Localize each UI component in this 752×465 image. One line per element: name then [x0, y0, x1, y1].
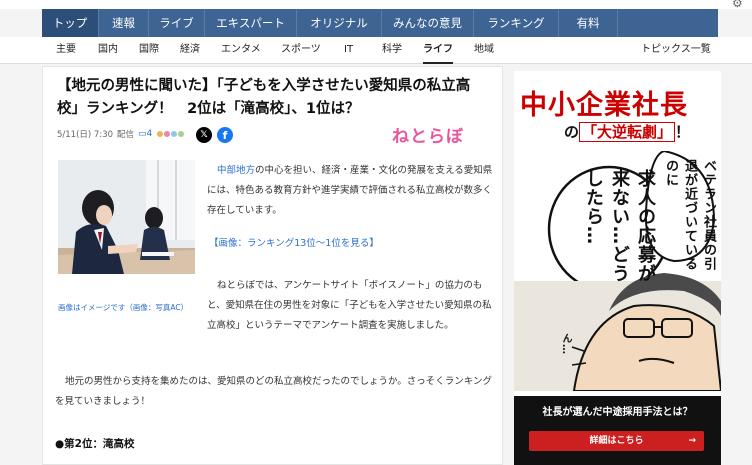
section-heading-rank-2: ●第2位：滝高校 [55, 438, 135, 450]
category-it[interactable]: IT [344, 37, 353, 64]
view-ranking-images-link[interactable]: 【画像：ランキング13位～1位を見る】 [209, 235, 379, 249]
paragraph-survey: ねとらぼでは、アンケートサイト「ボイスノート」の協力のもと、愛知県在住の男性を対… [207, 280, 492, 331]
arrow-right-icon: → [688, 436, 696, 446]
ad-subheadline-post: ！ [675, 123, 691, 141]
main-nav: トップ 速報 ライブ エキスパート オリジナル みんなの意見 ランキング 有料 [42, 9, 718, 37]
ad-illustration: 中小企業社長 の「大逆転劇」！ ベテラン社員の引退が近づいているのに 求人の応募… [514, 71, 721, 396]
category-sports[interactable]: スポーツ [281, 37, 321, 64]
advertisement[interactable]: 中小企業社長 の「大逆転劇」！ ベテラン社員の引退が近づいているのに 求人の応募… [514, 71, 721, 465]
category-international[interactable]: 国際 [139, 37, 159, 64]
tab-live[interactable]: ライブ [149, 9, 205, 37]
category-economy[interactable]: 経済 [180, 37, 200, 64]
category-science[interactable]: 科学 [382, 37, 402, 64]
ad-subheadline-pre: の [564, 123, 580, 141]
tab-expert[interactable]: エキスパート [205, 9, 297, 37]
category-regional[interactable]: 地域 [474, 37, 494, 64]
category-main[interactable]: 主要 [56, 37, 76, 64]
truncated-text-line [55, 460, 485, 464]
tab-original[interactable]: オリジナル [297, 9, 382, 37]
ad-subheadline-box: 「大逆転劇」 [579, 122, 676, 142]
publish-date: 5/11(日) 7:30 [57, 130, 114, 140]
tab-paid[interactable]: 有料 [559, 9, 618, 37]
share-facebook-icon[interactable]: f [217, 127, 233, 143]
tab-top[interactable]: トップ [42, 9, 99, 37]
top-strip: ⚙ [0, 0, 752, 10]
category-domestic[interactable]: 国内 [98, 37, 118, 64]
ad-bubble-no-applicants: 求人の応募が来ない…どうしたら… [583, 169, 656, 283]
reaction-face-icon [177, 130, 186, 138]
ad-headline: 中小企業社長 [520, 90, 688, 121]
publisher-logo: ねとらぼ [392, 127, 464, 147]
article-photo[interactable] [58, 160, 195, 274]
paragraph-lead: 地元の男性から支持を集めたのは、愛知県のどの私立高校だったのでしょうか。さっそく… [55, 376, 493, 407]
image-caption: 画像はイメージです（画像：写真AC） [58, 303, 189, 312]
tab-opinions[interactable]: みんなの意見 [382, 9, 474, 37]
paragraph-intro: 中部地方の中心を担い、経済・産業・文化の発展を支える愛知県には、特色ある教育方針… [207, 161, 493, 221]
reaction-faces[interactable] [156, 130, 186, 138]
ad-sfx: ん… [560, 333, 571, 355]
chubu-region-link[interactable]: 中部地方 [217, 165, 255, 176]
ad-subheadline: の「大逆転劇」！ [564, 121, 690, 142]
share-x-icon[interactable]: 𝕏 [196, 127, 212, 143]
comment-count: 4 [146, 129, 153, 139]
ad-bottom-text: 社長が選んだ中途採用手法とは？ [542, 407, 693, 418]
classroom-photo [58, 160, 195, 274]
ad-details-button[interactable]: 詳細はこちら → [529, 431, 704, 451]
comment-icon: ▭ [138, 129, 147, 139]
settings-icon[interactable]: ⚙ [732, 0, 743, 10]
topics-list-link[interactable]: トピックス一覧 [641, 37, 711, 64]
ad-details-label: 詳細はこちら [589, 436, 644, 446]
category-nav: 主要 国内 国際 経済 エンタメ スポーツ IT 科学 ライフ 地域 トピックス… [0, 37, 752, 64]
category-life[interactable]: ライフ [423, 37, 453, 64]
article-title: 【地元の男性に聞いた】「子どもを入学させたい愛知県の私立高校」ランキング！ 2位… [57, 78, 471, 117]
article: 【地元の男性に聞いた】「子どもを入学させたい愛知県の私立高校」ランキング！ 2位… [42, 66, 503, 465]
tab-breaking[interactable]: 速報 [99, 9, 149, 37]
tab-ranking[interactable]: ランキング [474, 9, 559, 37]
category-entertainment[interactable]: エンタメ [221, 37, 261, 64]
publish-label: 配信 [117, 130, 135, 140]
comment-link[interactable]: ▭4 [138, 129, 152, 139]
article-meta: 5/11(日) 7:30 配信 ▭4 [57, 128, 186, 140]
ad-bubble-retirement: ベテラン社員の引退が近づいているのに [663, 159, 716, 271]
